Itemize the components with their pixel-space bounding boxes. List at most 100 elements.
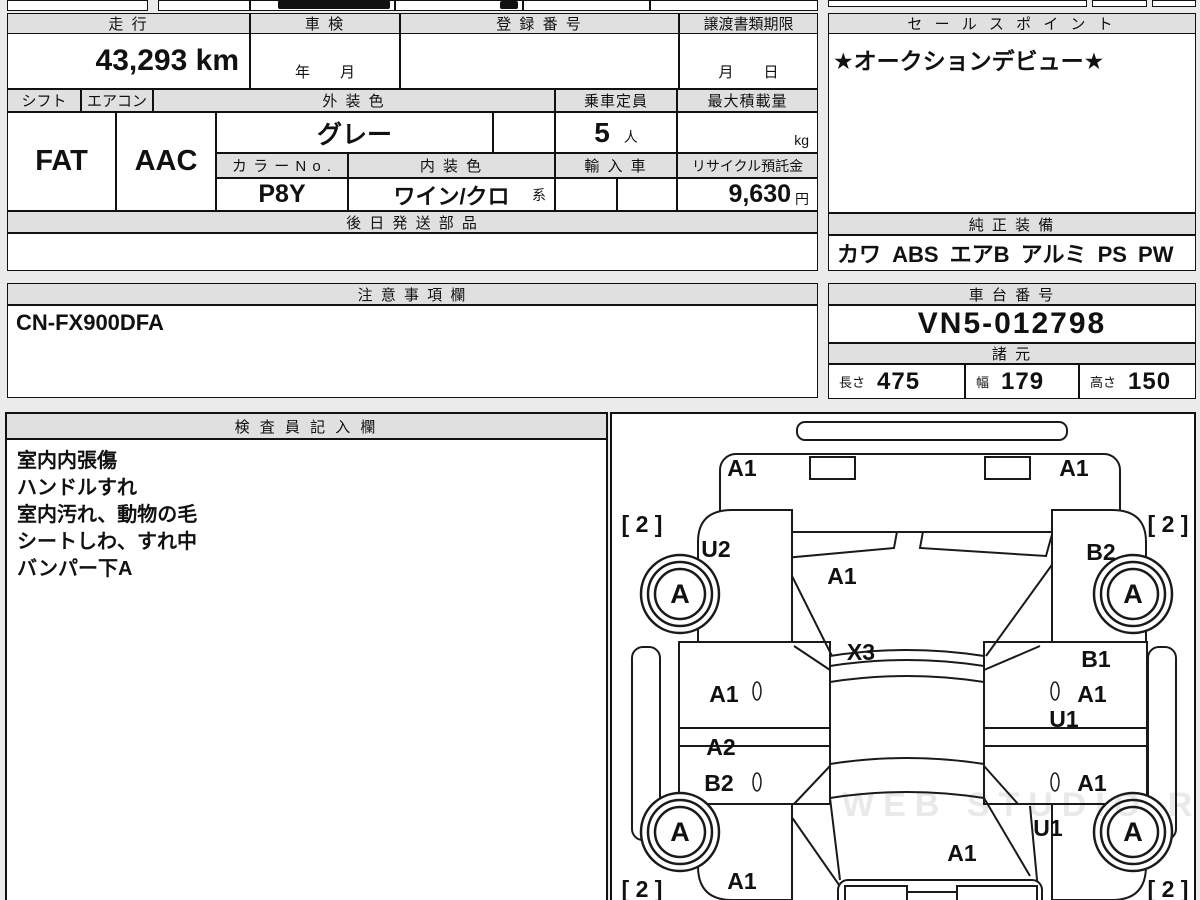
- transfer-deadline-value-cell: 月 日: [679, 33, 818, 89]
- shaken-header-label: 車 検: [304, 16, 346, 33]
- rear-bumper-group: [837, 879, 1043, 900]
- damage-code-label: X3: [847, 639, 875, 665]
- cutoff-text-fragment: [500, 1, 518, 9]
- damage-code-label: A1: [1077, 681, 1107, 707]
- import-header: 輸 入 車: [555, 153, 677, 178]
- shift-value-cell: FAT: [7, 112, 116, 211]
- sales-point-value: ★オークションデビュー★: [833, 48, 1105, 74]
- exterior-color-empty-cell: [493, 112, 555, 153]
- damage-code-label: A1: [709, 681, 739, 707]
- equipment-value: カワ ABS エアB アルミ PS PW: [837, 242, 1174, 267]
- door-handle: [1050, 681, 1060, 701]
- top-remnant-cell: [828, 0, 1087, 7]
- shaken-value: 年 月: [294, 64, 355, 81]
- recycle-fee-value: 9,630: [728, 180, 791, 208]
- color-no-header: カ ラ ー N o .: [216, 153, 348, 178]
- exterior-color-value: グレー: [316, 120, 392, 149]
- door-handle: [752, 772, 762, 792]
- notes-header: 注 意 事 項 欄: [7, 283, 818, 305]
- specs-header: 諸 元: [828, 343, 1196, 364]
- shaken-header: 車 検: [250, 13, 400, 34]
- maxload-header-label: 最大積載量: [707, 93, 788, 110]
- shift-header: シフト: [7, 89, 81, 112]
- damage-code-label: [ 2 ]: [1148, 511, 1189, 537]
- transfer-deadline-header-label: 譲渡書類期限: [703, 16, 794, 33]
- damage-code-label: [ 2 ]: [622, 876, 663, 900]
- import-header-label: 輸 入 車: [584, 158, 648, 175]
- exterior-color-header: 外 装 色: [153, 89, 555, 112]
- aircon-header: エアコン: [81, 89, 153, 112]
- top-remnant-cell: [1152, 0, 1196, 7]
- inspector-line: シートしわ、すれ中: [17, 531, 197, 553]
- damage-code-label: B2: [704, 770, 733, 796]
- rear-plate-left: [844, 885, 908, 900]
- recycle-fee-value-cell: 9,630 円: [677, 178, 818, 211]
- recycle-fee-header: リサイクル預託金: [677, 153, 818, 178]
- roof-strip: [796, 421, 1068, 441]
- inspector-line: 室内汚れ、動物の毛: [17, 504, 198, 526]
- damage-code-label: [ 2 ]: [1148, 876, 1189, 900]
- maxload-unit: kg: [794, 132, 809, 148]
- import-value-cell-1: [555, 178, 617, 211]
- recycle-fee-header-label: リサイクル預託金: [691, 157, 804, 174]
- damage-code-label: U1: [1049, 706, 1079, 732]
- damage-code-label: A1: [947, 840, 977, 866]
- damage-code-label: A1: [1059, 455, 1089, 481]
- rear-plate-right: [956, 885, 1038, 900]
- damage-code-label: A2: [706, 734, 735, 760]
- inspector-header: 検 査 員 記 入 欄: [7, 414, 606, 440]
- interior-color-suffix: 系: [532, 187, 546, 203]
- chassis-no-value-cell: VN5-012798: [828, 305, 1196, 343]
- interior-color-value: ワイン/クロ: [393, 183, 510, 209]
- damage-code-label: A1: [727, 455, 757, 481]
- aircon-value-cell: AAC: [116, 112, 216, 211]
- spec-width-label: 幅: [976, 375, 990, 390]
- capacity-header-label: 乗車定員: [583, 93, 648, 110]
- wheel-grade-label: A: [670, 817, 690, 847]
- color-no-value-cell: P8Y: [216, 178, 348, 211]
- inspector-header-label: 検 査 員 記 入 欄: [234, 418, 379, 436]
- damage-code-label: [ 2 ]: [622, 511, 663, 537]
- spec-length-value: 475: [877, 367, 921, 395]
- maxload-header: 最大積載量: [677, 89, 818, 112]
- shift-value: FAT: [35, 145, 88, 177]
- spec-length-label: 長さ: [839, 375, 866, 390]
- equipment-header: 純 正 装 備: [828, 213, 1196, 235]
- shaken-value-cell: 年 月: [250, 33, 400, 89]
- front-plate-left: [809, 456, 856, 480]
- mileage-value-cell: 43,293 km: [7, 33, 250, 89]
- chassis-no-value: VN5-012798: [917, 307, 1107, 340]
- car-body-lines: [759, 502, 1073, 893]
- chassis-no-header: 車 台 番 号: [828, 283, 1196, 305]
- shift-header-label: シフト: [21, 93, 67, 110]
- exterior-color-value-cell: グレー: [216, 112, 493, 153]
- capacity-header: 乗車定員: [555, 89, 677, 112]
- equipment-header-label: 純 正 装 備: [968, 216, 1056, 234]
- inspector-line: ハンドルすれ: [17, 477, 137, 499]
- recycle-fee-unit: 円: [795, 190, 809, 207]
- inspector-line: バンパー下A: [17, 558, 133, 580]
- transfer-deadline-value: 月 日: [718, 64, 779, 81]
- aircon-header-label: エアコン: [86, 93, 147, 110]
- damage-code-label: A1: [827, 563, 857, 589]
- top-remnant-cell: [7, 0, 148, 11]
- top-remnant-cell: [1092, 0, 1147, 7]
- mileage-header-label: 走 行: [108, 16, 149, 33]
- inspector-box: 検 査 員 記 入 欄 室内内張傷 ハンドルすれ 室内汚れ、動物の毛 シートしわ…: [5, 412, 608, 900]
- notes-value-cell: CN-FX900DFA: [7, 305, 818, 398]
- damage-code-label: B2: [1086, 539, 1115, 565]
- inspector-content: 室内内張傷 ハンドルすれ 室内汚れ、動物の毛 シートしわ、すれ中 バンパー下A: [7, 440, 606, 591]
- spec-height-cell: 高さ 150: [1079, 364, 1196, 399]
- later-parts-value-cell: [7, 233, 818, 271]
- specs-header-label: 諸 元: [991, 346, 1033, 363]
- door-handle: [752, 681, 762, 701]
- notes-header-label: 注 意 事 項 欄: [357, 286, 468, 304]
- equipment-value-cell: カワ ABS エアB アルミ PS PW: [828, 235, 1196, 271]
- mileage-header: 走 行: [7, 13, 250, 34]
- spec-width-cell: 幅 179: [965, 364, 1079, 399]
- spec-width-value: 179: [1001, 367, 1045, 395]
- spec-height-label: 高さ: [1090, 375, 1117, 390]
- exterior-color-header-label: 外 装 色: [322, 93, 386, 110]
- wheel-grade-label: A: [670, 579, 690, 609]
- spec-height-value: 150: [1128, 367, 1172, 395]
